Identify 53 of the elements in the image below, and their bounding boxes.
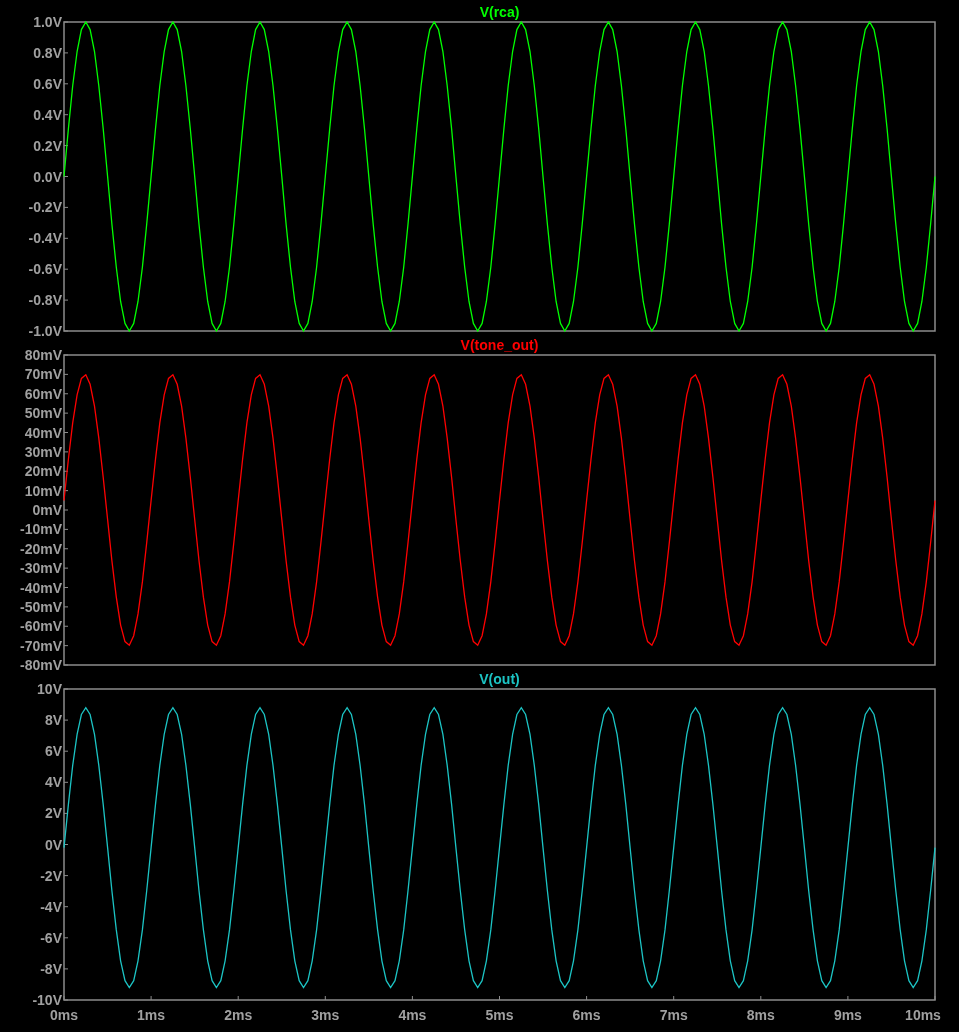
axis-label: -8V [40,960,62,977]
axis-label: 50mV [24,405,62,422]
axis-label: -80mV [19,657,62,673]
axis-label: -6V [40,929,62,946]
axis-label: -0.4V [28,230,62,247]
axis-label: -50mV [19,598,62,615]
axis-label: 40mV [24,424,62,441]
axis-label: 70mV [24,366,62,383]
axis-label: 7ms [659,1007,688,1023]
axis-label: 0ms [50,1007,78,1023]
axis-label: 30mV [24,443,62,460]
axis-label: -10mV [19,521,62,538]
axis-label: -30mV [19,560,62,577]
axis-label: 0V [44,836,62,853]
axis-label: 6ms [572,1007,601,1023]
axis-label: 0.0V [33,168,62,185]
axis-label: -4V [40,898,62,915]
axis-label: 10V [37,681,62,697]
axis-label: 2V [44,805,62,822]
trace-title: V(rca) [479,4,520,20]
axis-label: 8V [44,712,62,729]
trace-title: V(out) [479,671,520,687]
axis-label: -1.0V [28,323,62,339]
axis-label: -70mV [19,637,62,654]
axis-label: 1.0V [33,14,62,30]
axis-label: 8ms [746,1007,775,1023]
axis-label: -2V [40,867,62,884]
axis-label: 0.4V [33,106,62,123]
axis-label: -0.2V [28,199,62,216]
axis-label: -10V [32,992,62,1008]
axis-label: -0.6V [28,261,62,278]
axis-label: 4ms [398,1007,427,1023]
axis-label: 20mV [24,463,62,480]
axis-label: 0.8V [33,44,62,61]
axis-label: 10ms [905,1007,941,1023]
axis-label: -60mV [19,618,62,635]
axis-label: -20mV [19,540,62,557]
axis-label: 6V [44,743,62,760]
axis-label: 0.2V [33,137,62,154]
axis-label: 10mV [24,482,62,499]
axis-label: 1ms [137,1007,166,1023]
axis-label: 3ms [311,1007,340,1023]
axis-label: 4V [44,774,62,791]
axis-label: -0.8V [28,292,62,309]
axis-label: 0.6V [33,75,62,92]
trace-title: V(tone_out) [460,337,539,353]
axis-label: 5ms [485,1007,514,1023]
axis-label: -40mV [19,579,62,596]
axis-label: 9ms [833,1007,862,1023]
axis-label: 60mV [24,385,62,402]
axis-label: 0mV [32,502,62,518]
axis-label: 80mV [24,347,62,363]
axis-label: 2ms [224,1007,253,1023]
